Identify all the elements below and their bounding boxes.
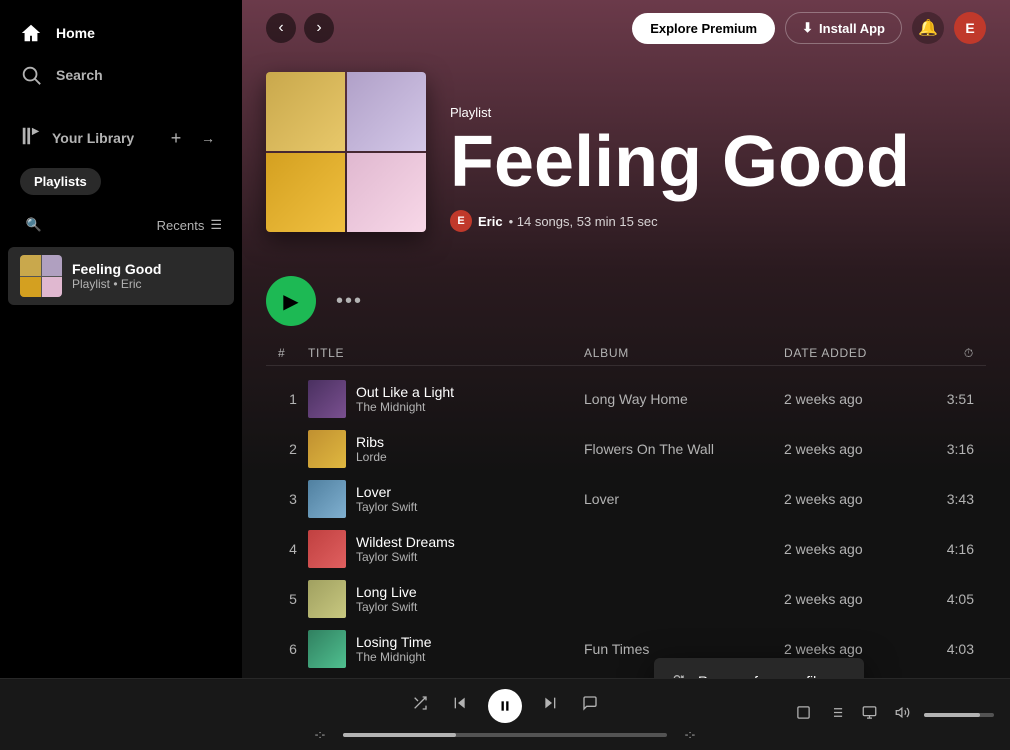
library-header: Your Library + → (8, 116, 234, 160)
back-button[interactable]: ‹ (266, 13, 296, 43)
install-app-label: Install App (819, 21, 885, 36)
sidebar-item-search[interactable]: Search (8, 54, 234, 96)
player-center: -:- -:- (305, 689, 705, 741)
main-content: ‹ › Explore Premium ⬇ Install App 🔔 E (242, 0, 1010, 678)
progress-bar-container: -:- -:- (305, 729, 705, 741)
context-menu: Remove from profile Edit details ✨ Creat… (654, 658, 864, 678)
add-library-button[interactable]: + (162, 124, 190, 152)
library-title: Your Library (52, 130, 134, 146)
volume-bar[interactable] (924, 713, 994, 717)
time-current: -:- (305, 729, 335, 741)
progress-bar[interactable] (343, 733, 667, 737)
cover-cell-1 (266, 72, 345, 151)
topbar-right: Explore Premium ⬇ Install App 🔔 E (632, 12, 986, 44)
thumb-cell-4 (42, 277, 63, 298)
install-app-button[interactable]: ⬇ Install App (785, 12, 902, 44)
list-icon: ☰ (210, 217, 222, 233)
playlists-filter: Playlists (8, 160, 234, 203)
playlist-details: Playlist Feeling Good E Eric • 14 songs,… (450, 105, 910, 232)
playlist-info: Feeling Good Playlist • Eric (72, 261, 222, 291)
context-remove-from-profile[interactable]: Remove from profile (654, 662, 864, 678)
cover-cell-4 (347, 153, 426, 232)
context-overlay: Remove from profile Edit details ✨ Creat… (242, 326, 1010, 678)
cover-cell-3 (266, 153, 345, 232)
cover-cell-2 (347, 72, 426, 151)
install-icon: ⬇ (802, 20, 813, 36)
remove-profile-icon (668, 672, 686, 678)
home-icon (20, 22, 42, 44)
time-total: -:- (675, 729, 705, 741)
playlists-filter-button[interactable]: Playlists (20, 168, 101, 195)
thumb-cell-2 (42, 255, 63, 276)
library-section: Your Library + → Playlists 🔍 Recents ☰ (0, 108, 242, 678)
playlist-item[interactable]: Feeling Good Playlist • Eric (8, 247, 234, 305)
play-button[interactable]: ▶ (266, 276, 316, 326)
player-play-button[interactable] (488, 689, 522, 723)
sidebar: Home Search Your Library + → (0, 0, 242, 678)
forward-button[interactable]: › (304, 13, 334, 43)
playlist-cover (266, 72, 426, 232)
expand-library-button[interactable]: → (194, 124, 222, 152)
player-controls (408, 689, 602, 723)
library-icon (20, 125, 42, 152)
remove-profile-label: Remove from profile (698, 673, 824, 678)
shuffle-button[interactable] (408, 691, 432, 720)
search-recents: 🔍 Recents ☰ (8, 203, 234, 247)
recents-sort[interactable]: Recents ☰ (157, 217, 222, 233)
topbar-left: ‹ › (266, 13, 334, 43)
playlist-thumbnail (20, 255, 62, 297)
volume-button[interactable] (891, 701, 914, 728)
thumb-cell-3 (20, 277, 41, 298)
thumb-cell-1 (20, 255, 41, 276)
tracks-area: # Title Album Date added ⏱ 1 Out Like a … (242, 326, 1010, 678)
playlist-name: Feeling Good (72, 261, 222, 277)
notifications-button[interactable]: 🔔 (912, 12, 944, 44)
player-right (774, 701, 994, 728)
more-options-button[interactable]: ••• (336, 290, 363, 313)
queue-button[interactable] (825, 701, 848, 728)
playlist-controls: ▶ ••• (242, 256, 1010, 326)
library-actions: + → (162, 124, 222, 152)
lyrics-button[interactable] (578, 691, 602, 720)
bottom-player: -:- -:- (0, 678, 1010, 750)
owner-meta: • 14 songs, 53 min 15 sec (509, 214, 658, 229)
library-search-button[interactable]: 🔍 (20, 211, 48, 239)
volume-fill (924, 713, 980, 717)
recents-label: Recents (157, 218, 205, 233)
playlist-type: Playlist (450, 105, 910, 120)
playlist-hero: Playlist Feeling Good E Eric • 14 songs,… (242, 56, 1010, 256)
user-avatar-button[interactable]: E (954, 12, 986, 44)
owner-name: Eric (478, 214, 503, 229)
library-header-left: Your Library (20, 125, 134, 152)
sidebar-item-home[interactable]: Home (8, 12, 234, 54)
playlist-meta: Playlist • Eric (72, 277, 222, 291)
explore-premium-button[interactable]: Explore Premium (632, 13, 775, 44)
sidebar-nav: Home Search (0, 0, 242, 108)
owner-avatar: E (450, 210, 472, 232)
prev-button[interactable] (448, 691, 472, 720)
home-label: Home (56, 25, 95, 41)
progress-fill (343, 733, 456, 737)
playlist-big-title: Feeling Good (450, 126, 910, 198)
mini-player-button[interactable] (792, 701, 815, 728)
search-label: Search (56, 67, 103, 83)
topbar: ‹ › Explore Premium ⬇ Install App 🔔 E (242, 0, 1010, 56)
playlist-owner: E Eric • 14 songs, 53 min 15 sec (450, 210, 910, 232)
device-button[interactable] (858, 701, 881, 728)
next-button[interactable] (538, 691, 562, 720)
search-icon (20, 64, 42, 86)
